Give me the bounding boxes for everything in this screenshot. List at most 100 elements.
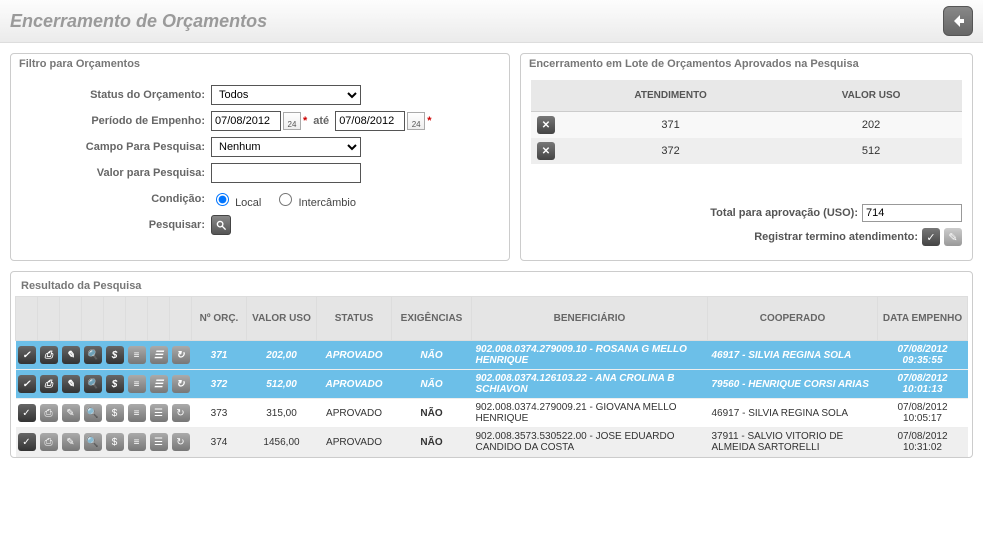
cell-valor-uso: 512,00 (247, 370, 317, 399)
edit-icon-button[interactable]: ✎ (62, 404, 80, 422)
filter-panel: Filtro para Orçamentos Status do Orçamen… (10, 53, 510, 261)
check-icon-button[interactable]: ✓ (18, 404, 36, 422)
group-icon-button[interactable]: ☰ (150, 375, 168, 393)
dollar-icon-button[interactable]: $ (106, 346, 124, 364)
approval-table: ATENDIMENTO VALOR USO ✕ 371 202✕ 372 512 (531, 80, 962, 164)
refresh-icon-button[interactable]: ↻ (172, 404, 190, 422)
print-icon-button[interactable]: ⎙ (40, 433, 58, 451)
group-icon-button[interactable]: ☰ (150, 404, 168, 422)
calendar-icon[interactable] (283, 112, 301, 130)
edit-icon-button[interactable]: ✎ (62, 433, 80, 451)
refresh-icon-button[interactable]: ↻ (172, 346, 190, 364)
cell-n-orc: 372 (192, 370, 247, 399)
cell-cooperado: 37911 - SALVIO VITORIO DE ALMEIDA SARTOR… (708, 428, 878, 457)
page-title: Encerramento de Orçamentos (10, 11, 267, 32)
cell-status: APROVADO (317, 428, 392, 457)
cell-n-orc: 374 (192, 428, 247, 457)
refresh-icon-button[interactable]: ↻ (172, 375, 190, 393)
date-from-input[interactable] (211, 111, 281, 131)
erase-button[interactable]: ✎ (944, 228, 962, 246)
date-to-input[interactable] (335, 111, 405, 131)
top-area: Filtro para Orçamentos Status do Orçamen… (0, 43, 983, 261)
print-icon-button[interactable]: ⎙ (40, 346, 58, 364)
campo-select[interactable]: Nenhum (211, 137, 361, 157)
required-mark: * (303, 115, 307, 127)
results-title: Resultado da Pesquisa (15, 276, 968, 296)
results-panel: Resultado da Pesquisa Nº ORÇ. VALOR USO … (10, 271, 973, 458)
radio-intercambio[interactable] (279, 193, 292, 206)
dollar-icon-button[interactable]: $ (106, 433, 124, 451)
col-n-orc: Nº ORÇ. (192, 297, 247, 341)
cell-status: APROVADO (317, 341, 392, 370)
cell-valor-uso: 1456,00 (247, 428, 317, 457)
print-icon-button[interactable]: ⎙ (40, 404, 58, 422)
cell-n-orc: 373 (192, 399, 247, 428)
calendar-icon[interactable] (407, 112, 425, 130)
cell-cooperado: 46917 - SILVIA REGINA SOLA (708, 341, 878, 370)
label-status: Status do Orçamento: (21, 89, 211, 101)
cell-exigencias: NÃO (392, 341, 472, 370)
cell-beneficiario: 902.008.0374.279009.21 - GIOVANA MELLO H… (472, 399, 708, 428)
list-icon-button[interactable]: ≡ (128, 346, 146, 364)
cell-valor: 202 (780, 112, 962, 139)
back-button[interactable] (943, 6, 973, 36)
group-icon-button[interactable]: ☰ (150, 346, 168, 364)
cell-n-orc: 371 (192, 341, 247, 370)
total-input[interactable] (862, 204, 962, 222)
search-icon-button[interactable]: 🔍 (84, 404, 102, 422)
radio-intercambio-label[interactable]: Intercâmbio (274, 197, 356, 209)
label-campo: Campo Para Pesquisa: (21, 141, 211, 153)
radio-local[interactable] (216, 193, 229, 206)
cell-cooperado: 79560 - HENRIQUE CORSI ARIAS (708, 370, 878, 399)
cell-status: APROVADO (317, 399, 392, 428)
label-pesquisar: Pesquisar: (21, 219, 211, 231)
label-condicao: Condição: (21, 193, 211, 205)
cell-atendimento: 372 (561, 138, 780, 164)
cell-atendimento: 371 (561, 112, 780, 139)
results-table: Nº ORÇ. VALOR USO STATUS EXIGÊNCIAS BENE… (15, 296, 968, 457)
list-icon-button[interactable]: ≡ (128, 404, 146, 422)
check-icon-button[interactable]: ✓ (18, 346, 36, 364)
col-valor-uso: VALOR USO (780, 80, 962, 112)
col-status: STATUS (317, 297, 392, 341)
confirm-button[interactable]: ✓ (922, 228, 940, 246)
search-icon-button[interactable]: 🔍 (84, 346, 102, 364)
cell-valor: 512 (780, 138, 962, 164)
radio-local-label[interactable]: Local (211, 197, 261, 209)
edit-icon-button[interactable]: ✎ (62, 346, 80, 364)
search-icon-button[interactable]: 🔍 (84, 375, 102, 393)
cell-cooperado: 46917 - SILVIA REGINA SOLA (708, 399, 878, 428)
approval-panel-title: Encerramento em Lote de Orçamentos Aprov… (521, 54, 972, 74)
print-icon-button[interactable]: ⎙ (40, 375, 58, 393)
group-icon-button[interactable]: ☰ (150, 433, 168, 451)
search-icon-button[interactable]: 🔍 (84, 433, 102, 451)
remove-row-button[interactable]: ✕ (537, 142, 555, 160)
label-valor: Valor para Pesquisa: (21, 167, 211, 179)
cell-exigencias: NÃO (392, 399, 472, 428)
approval-panel: Encerramento em Lote de Orçamentos Aprov… (520, 53, 973, 261)
refresh-icon-button[interactable]: ↻ (172, 433, 190, 451)
list-icon-button[interactable]: ≡ (128, 433, 146, 451)
registrar-label: Registrar termino atendimento: (754, 231, 918, 243)
label-periodo: Período de Empenho: (21, 115, 211, 127)
cell-data-empenho: 07/08/201210:01:13 (878, 370, 968, 399)
check-icon-button[interactable]: ✓ (18, 433, 36, 451)
col-cooperado: COOPERADO (708, 297, 878, 341)
check-icon-button[interactable]: ✓ (18, 375, 36, 393)
label-ate: até (313, 115, 329, 127)
cell-exigencias: NÃO (392, 370, 472, 399)
valor-input[interactable] (211, 163, 361, 183)
remove-row-button[interactable]: ✕ (537, 116, 555, 134)
search-button[interactable] (211, 215, 231, 235)
page-header: Encerramento de Orçamentos (0, 0, 983, 43)
required-mark: * (427, 115, 431, 127)
edit-icon-button[interactable]: ✎ (62, 375, 80, 393)
arrow-left-icon (950, 13, 966, 29)
status-select[interactable]: Todos (211, 85, 361, 105)
total-label: Total para aprovação (USO): (710, 207, 858, 219)
list-icon-button[interactable]: ≡ (128, 375, 146, 393)
dollar-icon-button[interactable]: $ (106, 404, 124, 422)
dollar-icon-button[interactable]: $ (106, 375, 124, 393)
col-data-empenho: DATA EMPENHO (878, 297, 968, 341)
cell-beneficiario: 902.008.3573.530522.00 - JOSE EDUARDO CA… (472, 428, 708, 457)
